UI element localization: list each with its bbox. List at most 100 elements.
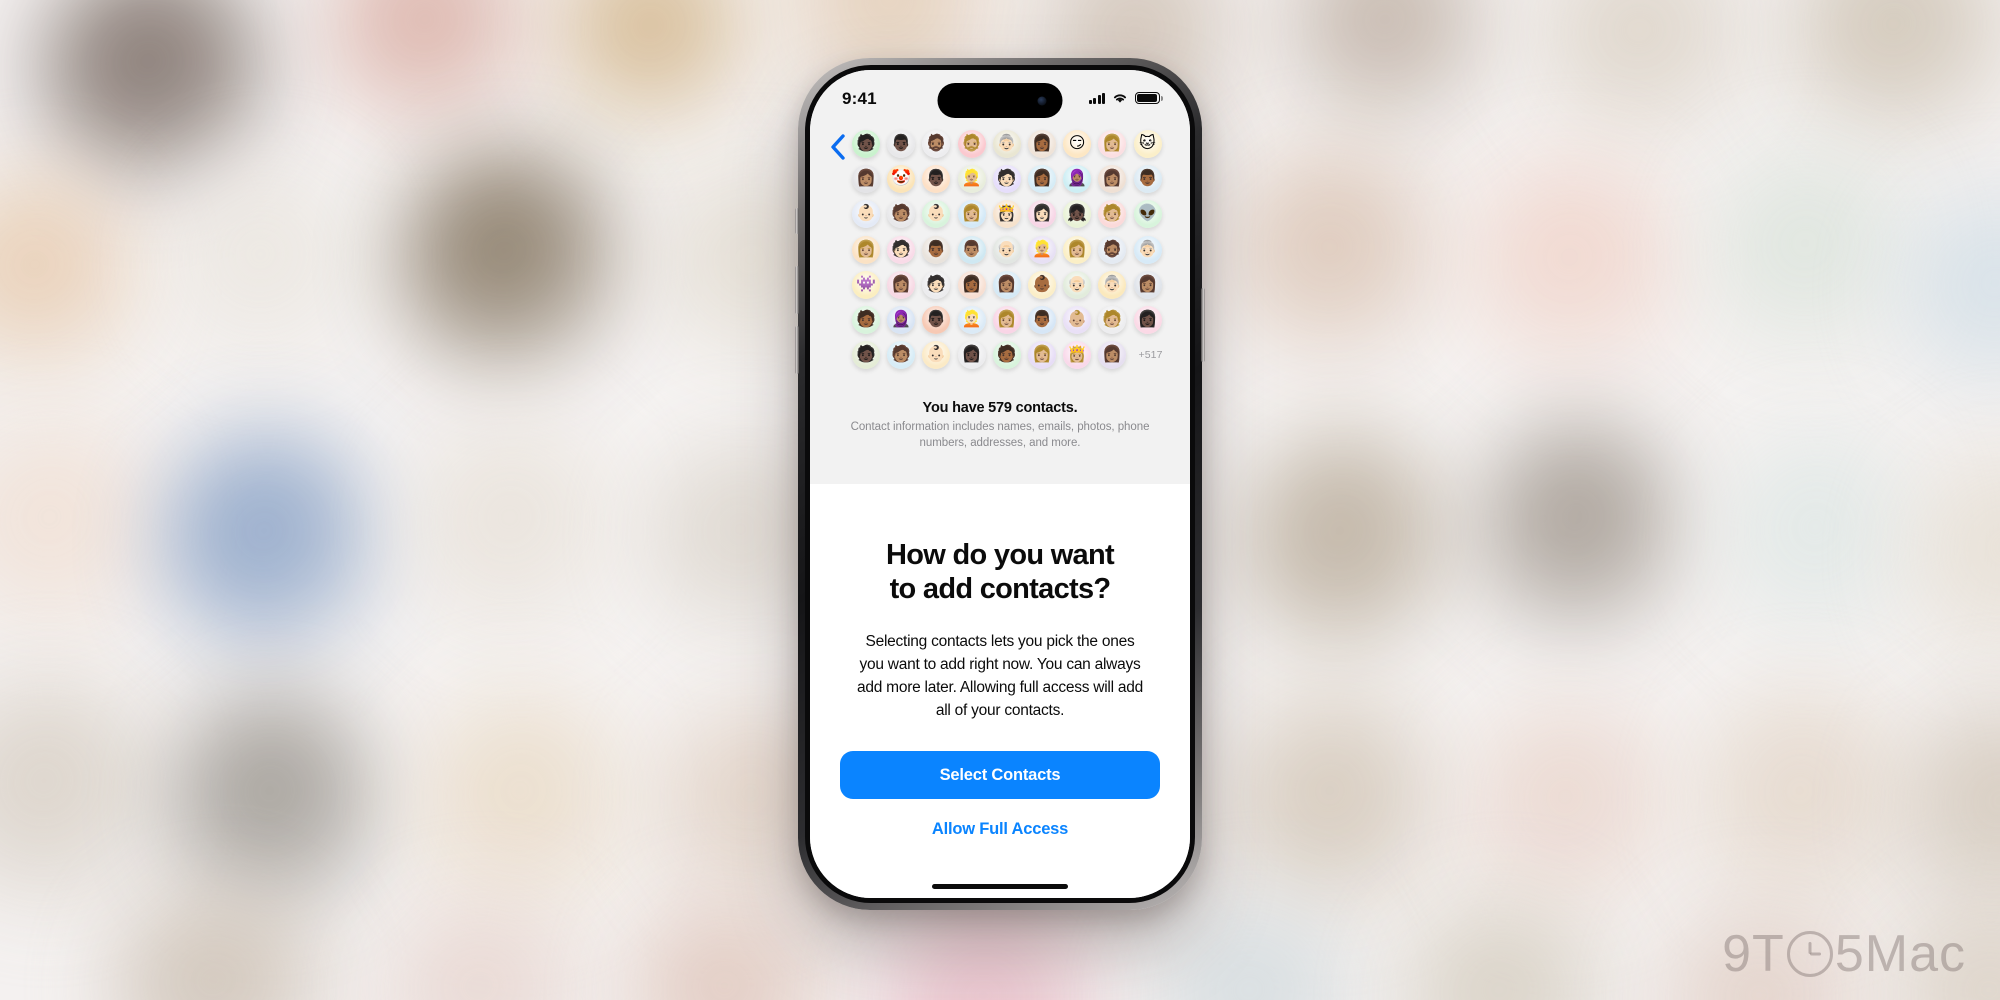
page-title: How do you want to add contacts?	[886, 538, 1115, 606]
avatar-face-icon: 👧🏿	[1067, 205, 1088, 223]
avatar-face-icon: 👶🏼	[1067, 310, 1088, 328]
avatar-face-icon: 👨🏿	[891, 135, 912, 152]
contact-avatar[interactable]: 🧑🏻	[922, 270, 951, 299]
contact-avatar[interactable]: 👶🏼	[1063, 305, 1092, 334]
contact-avatar[interactable]: 👴🏻	[992, 235, 1021, 264]
contact-avatar[interactable]: 👩🏼	[852, 235, 880, 264]
contact-avatar[interactable]: 👧🏿	[1063, 200, 1092, 229]
avatar-row: 👾 👩🏽 🧑🏻 👩🏾 👩🏽 👶🏾 👴🏻 👵🏻 👩🏽	[852, 270, 1172, 299]
contact-avatar[interactable]: 👩🏼	[1098, 130, 1127, 158]
power-button[interactable]	[1201, 288, 1205, 362]
avatar-face-icon: 🧔🏽	[926, 135, 947, 152]
contact-avatar[interactable]: 🧑🏻	[992, 165, 1021, 194]
contact-avatar[interactable]: 👶🏾	[1027, 270, 1056, 299]
avatar-face-icon: 👩🏽	[1137, 275, 1158, 293]
home-indicator[interactable]	[932, 884, 1068, 889]
contact-avatar[interactable]: 🐱	[1133, 130, 1162, 158]
avatar-face-icon: 🧑🏻	[891, 240, 912, 258]
screenshot-stage: 9:41 🧑🏿 👨🏿 🧔🏽 🧔🏼 👵🏻 👩🏾 😏 👩🏼 🐱 👩🏽 🤡 👨🏿 👱🏼…	[0, 0, 2000, 1000]
contact-avatar[interactable]: 🧕🏽	[1063, 165, 1092, 194]
avatar-row: 🧑🏾 🧕🏽 👨🏿 👱🏻 👩🏼 👨🏾 👶🏼 🧑🏼 👩🏿	[852, 305, 1172, 334]
contact-avatar[interactable]: 👩🏻	[1027, 200, 1056, 229]
silence-switch[interactable]	[795, 208, 799, 234]
watermark-middle: 5M	[1834, 925, 1910, 983]
avatar-face-icon: 🧔🏼	[961, 135, 982, 152]
contact-avatar[interactable]: 👨🏿	[887, 130, 916, 158]
contact-avatar[interactable]: 👩🏿	[957, 341, 986, 370]
contact-avatar[interactable]: 😏	[1063, 130, 1092, 158]
contact-avatar[interactable]: 🤡	[887, 165, 916, 194]
contact-avatar[interactable]: 👨🏽	[957, 235, 986, 264]
contact-avatar[interactable]: 👵🏻	[992, 130, 1021, 158]
contact-avatar[interactable]: 🧔🏼	[957, 130, 986, 158]
avatar-face-icon: 🧑🏿	[856, 135, 876, 152]
contact-avatar[interactable]: 👵🏻	[1098, 270, 1127, 299]
contact-avatar[interactable]: 🧑🏿	[852, 341, 880, 370]
contact-avatar[interactable]: 👩🏽	[992, 270, 1021, 299]
contact-avatar[interactable]: 👴🏻	[1063, 270, 1092, 299]
volume-down-button[interactable]	[795, 326, 799, 374]
contact-avatar[interactable]: 👩🏼	[957, 200, 986, 229]
contact-avatar[interactable]: 👸🏻	[992, 200, 1021, 229]
contact-avatar[interactable]: 👱🏻	[957, 305, 986, 334]
select-contacts-button[interactable]: Select Contacts	[840, 751, 1160, 799]
contact-avatar[interactable]: 👩🏾	[1027, 130, 1056, 158]
contact-avatar[interactable]: 🧑🏽	[887, 341, 916, 370]
contact-avatar[interactable]: 🧑🏾	[992, 341, 1021, 370]
contact-avatar[interactable]: 👵🏻	[1133, 235, 1162, 264]
avatar-face-icon: 🧕🏽	[891, 310, 912, 328]
contact-avatar[interactable]: 👩🏽	[852, 165, 880, 194]
contact-avatar[interactable]: 👱🏼	[1027, 235, 1056, 264]
contact-avatar[interactable]: 🧑🏾	[852, 305, 880, 334]
contact-avatar[interactable]: 🧔🏽	[922, 130, 951, 158]
contact-avatar[interactable]: 🧑🏽	[887, 200, 916, 229]
contact-avatar[interactable]: 👩🏾	[1027, 165, 1056, 194]
contact-avatar[interactable]: 👾	[852, 270, 880, 299]
allow-full-access-button[interactable]: Allow Full Access	[840, 819, 1160, 840]
contact-avatar[interactable]: 👩🏿	[1133, 305, 1162, 334]
avatar-face-icon: 👩🏾	[1031, 170, 1052, 188]
contact-avatar[interactable]: 👩🏽	[1098, 341, 1127, 370]
contact-avatar[interactable]: 👸🏼	[1063, 341, 1092, 370]
contact-avatar[interactable]: 👩🏽	[1098, 165, 1127, 194]
contact-avatar[interactable]: 👶🏻	[922, 200, 951, 229]
contact-avatar[interactable]: 👨🏾	[1133, 165, 1162, 194]
back-button[interactable]	[823, 130, 853, 164]
contact-avatar[interactable]: 👨🏾	[1027, 305, 1056, 334]
avatar-face-icon: 👵🏻	[1137, 240, 1158, 258]
avatar-face-icon: 👸🏼	[1067, 346, 1088, 364]
contact-avatar[interactable]: 👨🏿	[922, 305, 951, 334]
avatar-face-icon: 🧑🏻	[996, 170, 1017, 188]
contact-avatar[interactable]: 👩🏽	[1133, 270, 1162, 299]
avatar-row: 👩🏼 🧑🏻 👨🏾 👨🏽 👴🏻 👱🏼 👩🏼 🧔🏽 👵🏻	[852, 235, 1172, 264]
avatar-face-icon: 👨🏾	[1031, 310, 1052, 328]
contact-avatar[interactable]: 🧕🏽	[887, 305, 916, 334]
contact-avatar[interactable]: 👶🏻	[852, 200, 880, 229]
contact-avatar[interactable]: 👩🏼	[1027, 341, 1056, 370]
avatar-face-icon: 👨🏿	[926, 310, 947, 328]
contact-avatar[interactable]: 👶🏻	[922, 341, 951, 370]
contact-avatar[interactable]: 👽	[1133, 200, 1162, 229]
contact-avatar[interactable]: 👱🏼	[957, 165, 986, 194]
contact-avatar[interactable]: 🧑🏼	[1098, 305, 1127, 334]
iphone-device-frame: 9:41 🧑🏿 👨🏿 🧔🏽 🧔🏼 👵🏻 👩🏾 😏 👩🏼 🐱 👩🏽 🤡 👨🏿 👱🏼…	[795, 58, 1205, 910]
avatar-row: 🧑🏿 🧑🏽 👶🏻 👩🏿 🧑🏾 👩🏼 👸🏼 👩🏽 +517	[852, 341, 1172, 370]
avatar-face-icon: 🧑🏻	[926, 275, 947, 293]
battery-icon	[1135, 91, 1163, 105]
contact-avatar[interactable]: 👨🏾	[922, 235, 951, 264]
contacts-preview-panel: 🧑🏿 👨🏿 🧔🏽 🧔🏼 👵🏻 👩🏾 😏 👩🏼 🐱 👩🏽 🤡 👨🏿 👱🏼 🧑🏻 👩🏾 🧕🏽 👩🏽 👨🏾 👶🏻 🧑🏽 👶🏻 👩…	[810, 70, 1190, 484]
avatar-face-icon: 👩🏼	[996, 310, 1017, 328]
contact-avatar[interactable]: 🧑🏿	[852, 130, 880, 158]
avatar-face-icon: 👩🏼	[856, 240, 876, 258]
contact-avatar[interactable]: 🧑🏻	[887, 235, 916, 264]
contact-avatar[interactable]: 👩🏼	[992, 305, 1021, 334]
contact-avatar[interactable]: 🧑🏼	[1098, 200, 1127, 229]
contact-avatar[interactable]: 👨🏿	[922, 165, 951, 194]
contact-avatar[interactable]: 👩🏾	[957, 270, 986, 299]
contact-avatar[interactable]: 👩🏼	[1063, 235, 1092, 264]
contact-avatar[interactable]: 🧔🏽	[1098, 235, 1127, 264]
contact-avatar[interactable]: 👩🏽	[887, 270, 916, 299]
volume-up-button[interactable]	[795, 266, 799, 314]
headline-line-1: How do you want	[886, 539, 1115, 571]
avatar-face-icon: 🧑🏽	[891, 205, 912, 223]
